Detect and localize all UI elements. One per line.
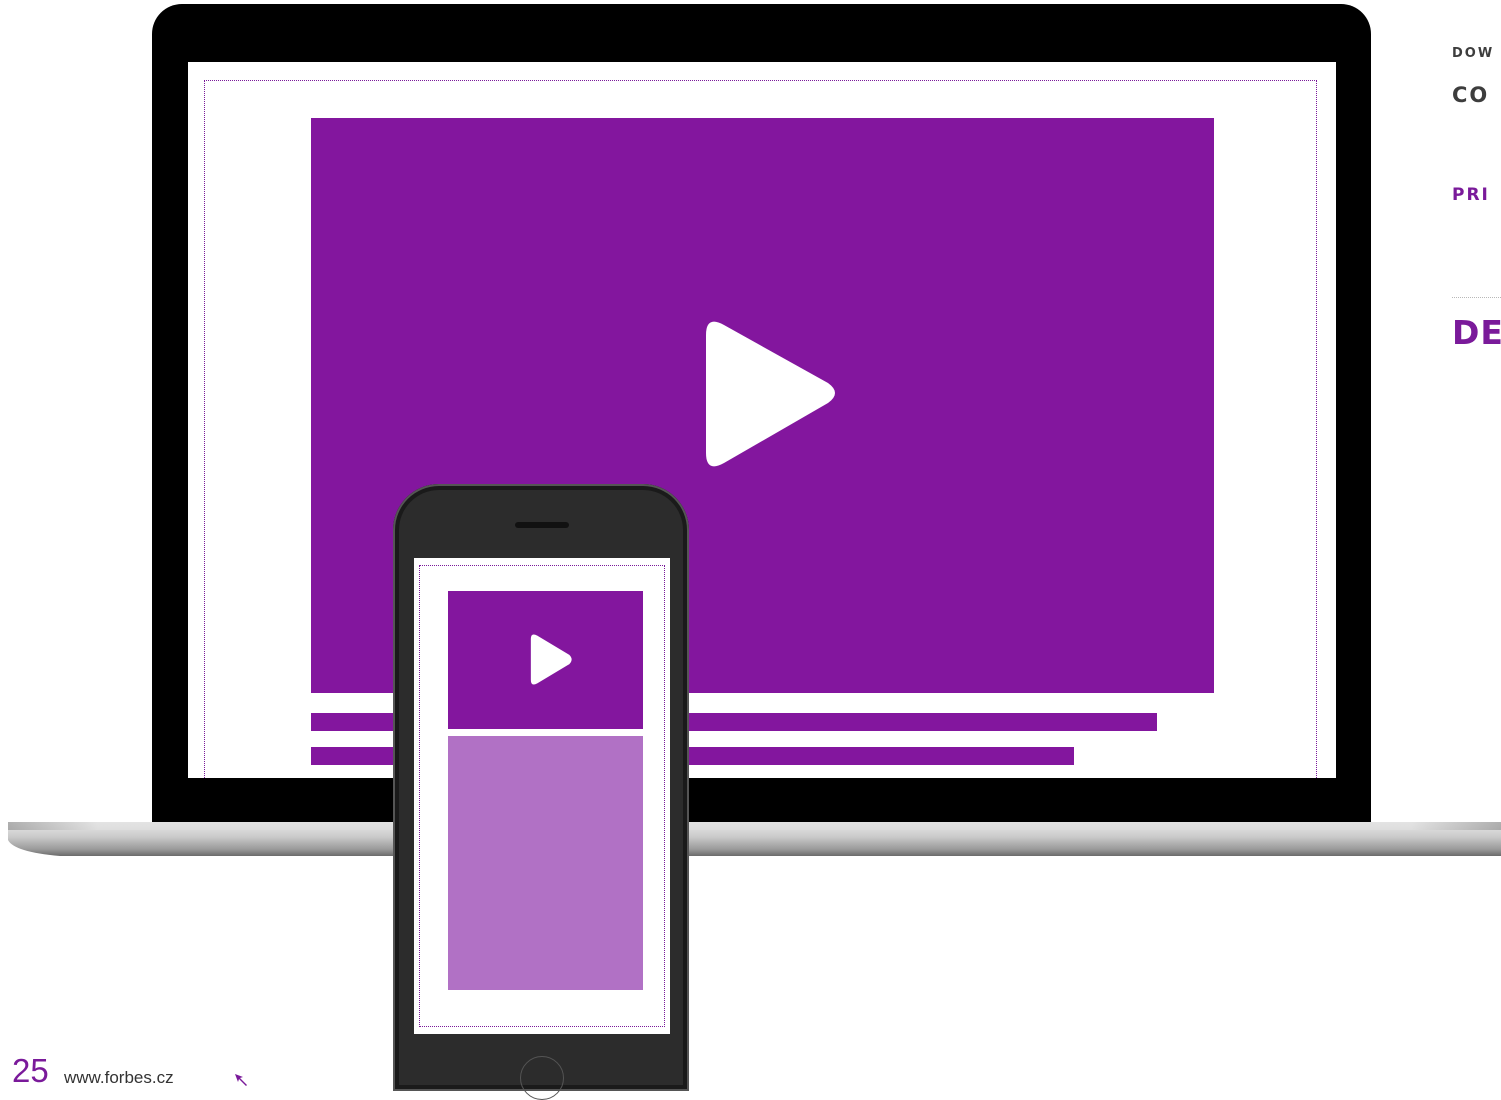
side-heading-small: DOW [1452,46,1495,61]
side-subheading: PRI [1452,185,1490,205]
phone-body [393,484,689,1100]
footer-url[interactable]: www.forbes.cz [64,1069,174,1086]
play-icon[interactable] [528,632,574,687]
side-divider [1452,297,1501,298]
phone-content-placeholder [448,736,643,990]
phone-speaker [515,522,569,528]
phone-screen [414,558,670,1034]
phone-home-button[interactable] [520,1056,564,1100]
laptop-base [8,822,1501,856]
page-number: 25 [12,1052,49,1089]
side-title: DE [1452,313,1501,352]
side-heading: CO [1452,83,1490,107]
play-icon[interactable] [700,313,840,473]
phone-video-placeholder[interactable] [448,591,643,729]
arrow-icon[interactable] [234,1073,248,1087]
